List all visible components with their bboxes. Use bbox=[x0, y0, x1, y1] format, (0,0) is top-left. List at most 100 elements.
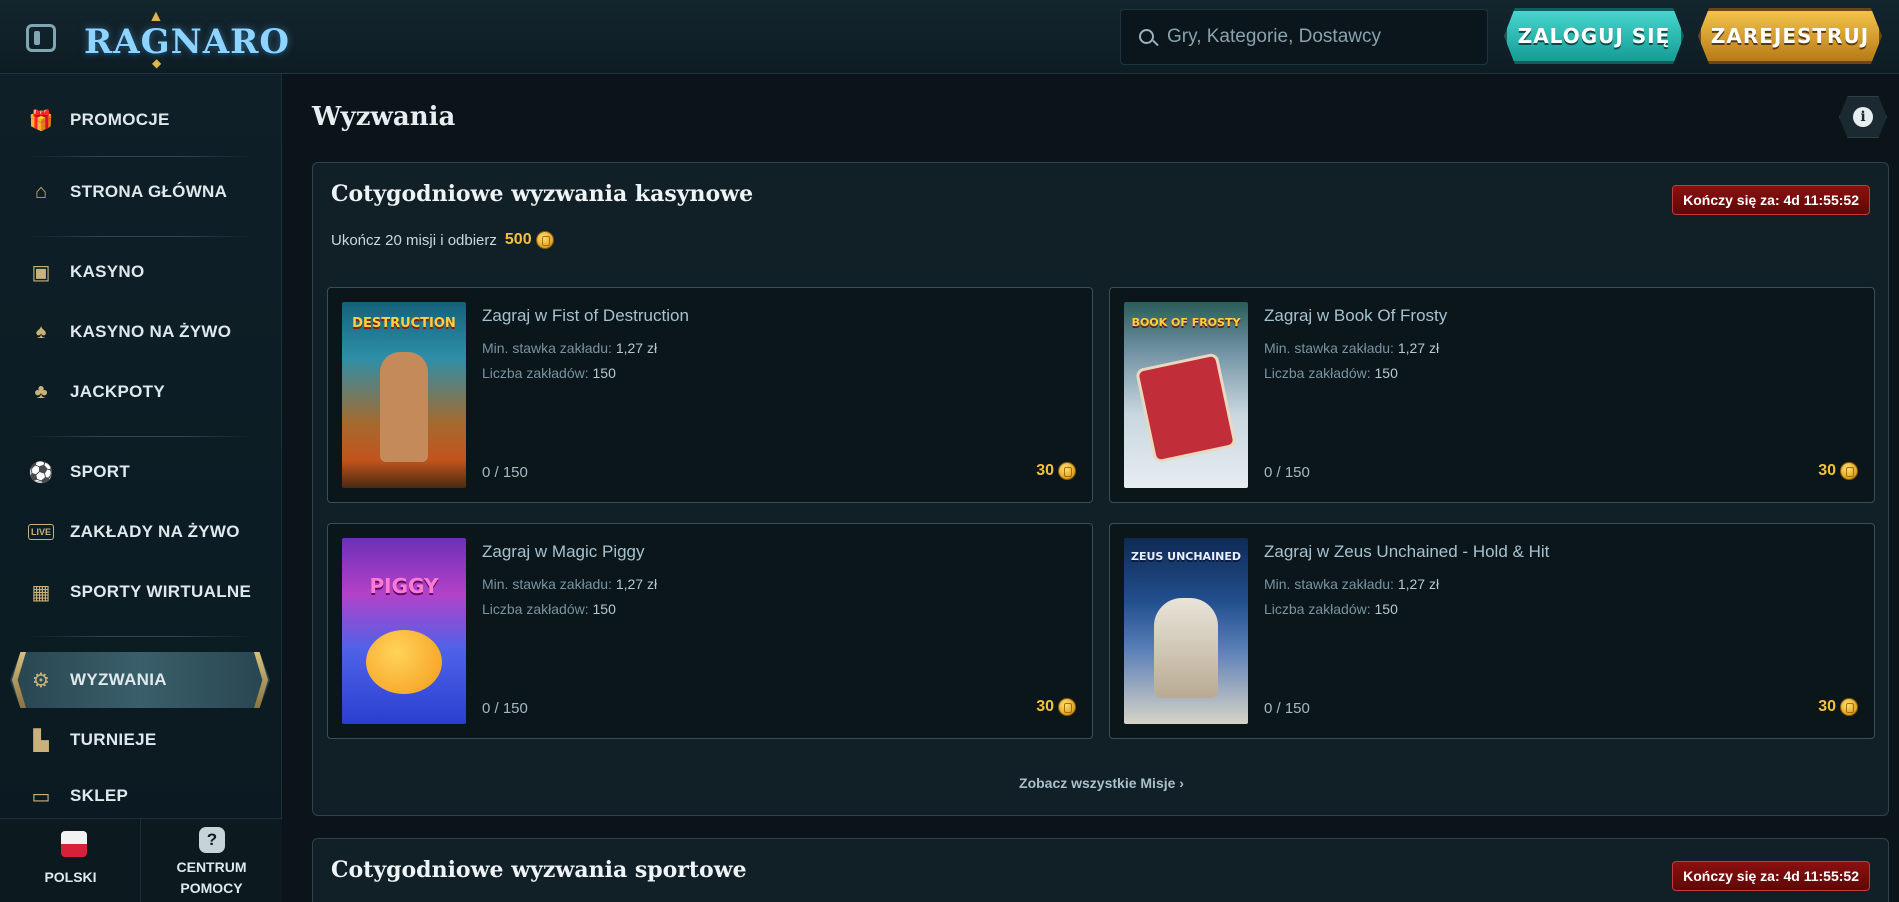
help-label: CENTRUM POMOCY bbox=[141, 857, 282, 899]
mission-title[interactable]: Zagraj w Fist of Destruction bbox=[482, 306, 689, 326]
mission-title[interactable]: Zagraj w Book Of Frosty bbox=[1264, 306, 1447, 326]
coin-icon bbox=[535, 231, 554, 249]
min-bet-label: Min. stawka zakładu: bbox=[1264, 340, 1394, 356]
coin-icon bbox=[1840, 462, 1858, 480]
login-button[interactable]: ZALOGUJ SIĘ bbox=[1504, 8, 1684, 64]
game-thumbnail[interactable]: ZEUS UNCHAINED bbox=[1124, 538, 1248, 724]
cards-icon: ♠ bbox=[35, 320, 47, 343]
sidebar-item-turnieje[interactable]: ▙ TURNIEJE bbox=[0, 712, 282, 768]
min-bet-value: 1,27 zł bbox=[615, 340, 658, 356]
min-bet-line: Min. stawka zakładu: 1,27 zł bbox=[482, 340, 657, 356]
reward-value: 30 bbox=[1036, 698, 1054, 715]
min-bet-line: Min. stawka zakładu: 1,27 zł bbox=[1264, 576, 1439, 592]
min-bet-value: 1,27 zł bbox=[1397, 576, 1440, 592]
sidebar-item-label: STRONA GŁÓWNA bbox=[70, 182, 228, 201]
gift-icon: 🎁 bbox=[28, 109, 54, 132]
thumbnail-title: ZEUS UNCHAINED bbox=[1130, 550, 1242, 563]
question-icon: ? bbox=[199, 827, 225, 853]
min-bet-line: Min. stawka zakładu: 1,27 zł bbox=[1264, 340, 1439, 356]
sidebar-item-label: TURNIEJE bbox=[70, 730, 157, 749]
sidebar-footer: POLSKI ? CENTRUM POMOCY bbox=[0, 818, 282, 902]
timer-badge: Kończy się za: 4d 11:55:52 bbox=[1672, 185, 1870, 215]
briefcase-icon: ▭ bbox=[31, 785, 51, 808]
reward-value: 30 bbox=[1818, 462, 1836, 479]
game-thumbnail[interactable]: DESTRUCTION bbox=[342, 302, 466, 488]
page-title: Wyzwania bbox=[312, 102, 456, 132]
slot-machine-icon: ▣ bbox=[31, 261, 51, 284]
sidebar-toggle-icon[interactable] bbox=[26, 24, 56, 52]
poland-flag-icon bbox=[61, 831, 87, 857]
see-all-missions-link[interactable]: Zobacz wszystkie Misje › bbox=[313, 775, 1890, 791]
sidebar-item-wyzwania[interactable]: ⚙ WYZWANIA bbox=[10, 652, 270, 708]
sidebar-item-sporty-wirtualne[interactable]: ▦ SPORTY WIRTUALNE bbox=[0, 564, 282, 620]
mission-card[interactable]: BOOK OF FROSTY Zagraj w Book Of Frosty M… bbox=[1109, 287, 1875, 503]
sidebar: 🎁 PROMOCJE ⌂ STRONA GŁÓWNA ▣ KASYNO ♠ KA… bbox=[0, 74, 282, 902]
mission-progress: 0 / 150 bbox=[482, 700, 528, 717]
sidebar-item-sport[interactable]: ⚽ SPORT bbox=[0, 444, 282, 500]
total-reward: 500 bbox=[504, 231, 532, 248]
logo[interactable]: ▲ RAGNARO ◆ bbox=[84, 8, 289, 70]
bet-count-line: Liczba zakładów: 150 bbox=[482, 365, 616, 381]
timer-badge: Kończy się za: 4d 11:55:52 bbox=[1672, 861, 1870, 891]
sidebar-item-kasyno[interactable]: ▣ KASYNO bbox=[0, 244, 282, 300]
gear-badge-icon: ⚙ bbox=[32, 669, 50, 692]
min-bet-value: 1,27 zł bbox=[1397, 340, 1440, 356]
language-selector[interactable]: POLSKI bbox=[0, 819, 141, 902]
clover-icon: ♣ bbox=[34, 380, 48, 403]
sidebar-item-jackpoty[interactable]: ♣ JACKPOTY bbox=[0, 364, 282, 420]
info-button[interactable]: i bbox=[1839, 96, 1887, 138]
game-thumbnail[interactable]: PIGGY bbox=[342, 538, 466, 724]
nav-divider bbox=[28, 636, 254, 637]
sidebar-item-sklep[interactable]: ▭ SKLEP bbox=[0, 768, 282, 824]
coin-icon bbox=[1058, 698, 1076, 716]
bet-count-value: 150 bbox=[1374, 365, 1398, 381]
bet-count-label: Liczba zakładów: bbox=[482, 365, 589, 381]
live-icon: LIVE bbox=[28, 524, 54, 540]
reward-value: 30 bbox=[1036, 462, 1054, 479]
sidebar-item-label: SPORTY WIRTUALNE bbox=[70, 582, 252, 601]
mission-title[interactable]: Zagraj w Magic Piggy bbox=[482, 542, 645, 562]
logo-text: RAGNARO bbox=[84, 22, 291, 62]
coin-icon bbox=[1840, 698, 1858, 716]
bet-count-line: Liczba zakładów: 150 bbox=[482, 601, 616, 617]
bet-count-label: Liczba zakładów: bbox=[482, 601, 589, 617]
soccer-ball-icon: ⚽ bbox=[28, 461, 54, 484]
info-icon: i bbox=[1853, 107, 1873, 127]
nav-divider bbox=[28, 436, 254, 437]
mission-card[interactable]: DESTRUCTION Zagraj w Fist of Destruction… bbox=[327, 287, 1093, 503]
zeus-figure bbox=[1154, 598, 1218, 698]
mission-progress: 0 / 150 bbox=[482, 464, 528, 481]
mission-progress: 0 / 150 bbox=[1264, 464, 1310, 481]
search-input[interactable] bbox=[1167, 10, 1477, 64]
game-thumbnail[interactable]: BOOK OF FROSTY bbox=[1124, 302, 1248, 488]
register-button[interactable]: ZAREJESTRUJ bbox=[1698, 8, 1882, 64]
sidebar-item-promocje[interactable]: 🎁 PROMOCJE bbox=[0, 92, 282, 148]
search-box[interactable] bbox=[1120, 9, 1488, 65]
sidebar-item-kasyno-na-zywo[interactable]: ♠ KASYNO NA ŻYWO bbox=[0, 304, 282, 360]
thumbnail-title: PIGGY bbox=[369, 574, 439, 598]
subtitle-text: Ukończ 20 misji i odbierz bbox=[331, 231, 497, 249]
reward-value: 30 bbox=[1818, 698, 1836, 715]
mission-card[interactable]: ZEUS UNCHAINED Zagraj w Zeus Unchained -… bbox=[1109, 523, 1875, 739]
sidebar-item-zaklady-na-zywo[interactable]: LIVE ZAKŁADY NA ŻYWO bbox=[0, 504, 282, 560]
nav-divider bbox=[28, 156, 254, 157]
thumbnail-title: BOOK OF FROSTY bbox=[1131, 316, 1241, 329]
panel-subtitle: Ukończ 20 misji i odbierz 500 bbox=[331, 231, 554, 249]
panel-title: Cotygodniowe wyzwania sportowe bbox=[331, 857, 747, 883]
min-bet-label: Min. stawka zakładu: bbox=[1264, 576, 1394, 592]
language-label: POLSKI bbox=[44, 869, 97, 885]
sidebar-item-strona-glowna[interactable]: ⌂ STRONA GŁÓWNA bbox=[0, 164, 282, 220]
mission-card[interactable]: PIGGY Zagraj w Magic Piggy Min. stawka z… bbox=[327, 523, 1093, 739]
bet-count-line: Liczba zakładów: 150 bbox=[1264, 365, 1398, 381]
coin-icon bbox=[1058, 462, 1076, 480]
mission-reward: 30 bbox=[1036, 462, 1076, 480]
casino-challenges-panel: Cotygodniowe wyzwania kasynowe Kończy si… bbox=[312, 162, 1889, 816]
podium-icon: ▙ bbox=[33, 729, 49, 752]
sport-challenges-panel: Cotygodniowe wyzwania sportowe Kończy si… bbox=[312, 838, 1889, 902]
mission-title[interactable]: Zagraj w Zeus Unchained - Hold & Hit bbox=[1264, 542, 1549, 562]
min-bet-line: Min. stawka zakładu: 1,27 zł bbox=[482, 576, 657, 592]
mission-reward: 30 bbox=[1036, 698, 1076, 716]
help-center-button[interactable]: ? CENTRUM POMOCY bbox=[141, 819, 282, 902]
sidebar-item-label: SPORT bbox=[70, 462, 131, 481]
piggy-figure bbox=[366, 630, 442, 694]
